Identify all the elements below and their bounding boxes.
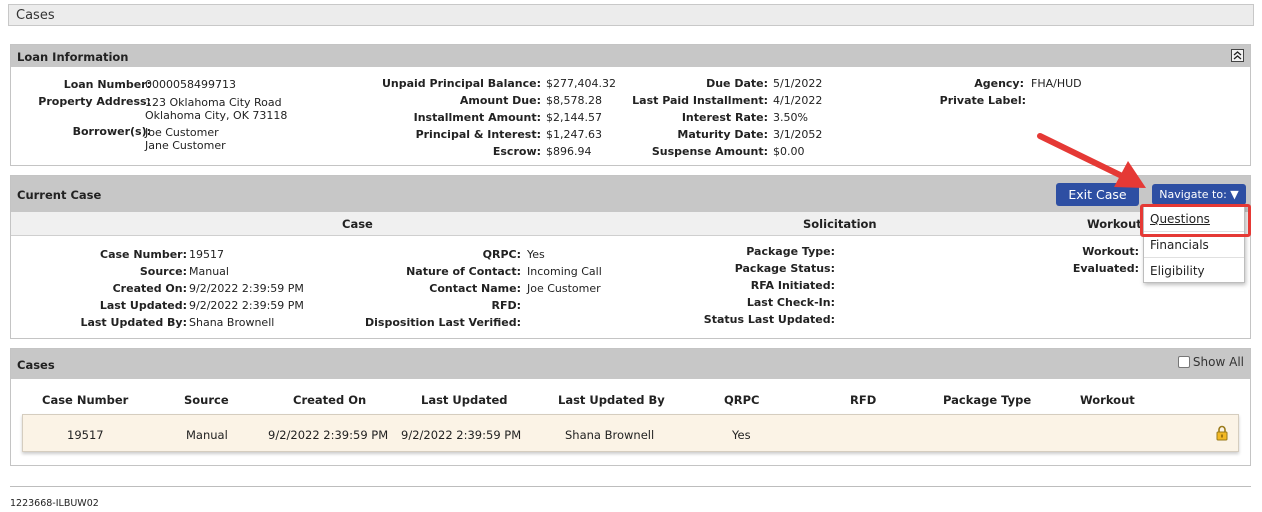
due-date-label: Due Date:: [706, 77, 768, 90]
last-paid-label: Last Paid Installment:: [632, 94, 768, 107]
column-header-last-updated-by[interactable]: Last Updated By: [558, 393, 665, 407]
suspense-label: Suspense Amount:: [651, 145, 768, 158]
case-number-label: Case Number:: [100, 248, 187, 261]
agency-label: Agency:: [974, 77, 1024, 90]
package-type-label: Package Type:: [746, 245, 835, 258]
nature-of-contact-value: Incoming Call: [527, 265, 602, 278]
escrow-value: $896.94: [546, 145, 592, 158]
borrowers-label: Borrower(s):: [72, 125, 151, 138]
column-header-last-updated[interactable]: Last Updated: [421, 393, 508, 407]
show-all-label: Show All: [1192, 355, 1244, 369]
highlight-box: [1140, 204, 1251, 237]
cases-header: Cases Show All: [11, 349, 1250, 379]
upb-label: Unpaid Principal Balance:: [381, 77, 541, 90]
cases-panel: Cases Show All Case Number Source Create…: [10, 348, 1251, 466]
cell-source: Manual: [186, 428, 228, 442]
package-status-label: Package Status:: [734, 262, 835, 275]
amount-due-label: Amount Due:: [459, 94, 541, 107]
rfa-initiated-label: RFA Initiated:: [750, 279, 835, 292]
agency-value: FHA/HUD: [1031, 77, 1082, 90]
cell-qrpc: Yes: [732, 428, 751, 442]
property-address-line2: Oklahoma City, OK 73118: [145, 109, 288, 122]
amount-due-value: $8,578.28: [546, 94, 602, 107]
cell-last-updated-by: Shana Brownell: [565, 428, 655, 442]
current-case-title: Current Case: [17, 188, 102, 202]
annotation-arrow: [1037, 133, 1146, 188]
last-check-in-label: Last Check-In:: [746, 296, 835, 309]
page-title: Cases: [16, 8, 55, 23]
upb-value: $277,404.32: [546, 77, 616, 90]
suspense-value: $0.00: [773, 145, 805, 158]
cases-title: Cases: [17, 358, 55, 372]
disposition-last-verified-label: Disposition Last Verified:: [365, 316, 521, 329]
interest-rate-label: Interest Rate:: [681, 111, 768, 124]
workout-label: Workout:: [1082, 245, 1139, 258]
loan-information-title: Loan Information: [17, 50, 129, 64]
table-row[interactable]: 19517 Manual 9/2/2022 2:39:59 PM 9/2/202…: [22, 414, 1239, 452]
maturity-date-value: 3/1/2052: [773, 128, 823, 141]
borrower-2: Jane Customer: [145, 139, 226, 152]
created-on-label: Created On:: [112, 282, 187, 295]
contact-name-label: Contact Name:: [429, 282, 521, 295]
current-case-subheader: Case Solicitation Workout: [11, 212, 1250, 236]
loan-number-value: 0000058499713: [145, 78, 236, 91]
private-label-label: Private Label:: [939, 94, 1026, 107]
escrow-label: Escrow:: [492, 145, 541, 158]
footer-divider: [10, 486, 1251, 487]
current-case-panel: Current Case Exit Case Navigate to: ▼ Ca…: [10, 175, 1251, 339]
footer-build-id: 1223668-ILBUW02: [10, 498, 99, 509]
column-header-rfd[interactable]: RFD: [850, 393, 876, 407]
source-label: Source:: [139, 265, 187, 278]
show-all-toggle[interactable]: Show All: [1177, 355, 1244, 369]
loan-number-label: Loan Number:: [63, 78, 151, 91]
last-updated-by-label: Last Updated By:: [80, 316, 187, 329]
last-paid-value: 4/1/2022: [773, 94, 823, 107]
property-address-line1: 123 Oklahoma City Road: [145, 96, 282, 109]
last-updated-value: 9/2/2022 2:39:59 PM: [189, 299, 304, 312]
principal-interest-value: $1,247.63: [546, 128, 602, 141]
created-on-value: 9/2/2022 2:39:59 PM: [189, 282, 304, 295]
cell-last-updated: 9/2/2022 2:39:59 PM: [401, 428, 522, 442]
navigate-to-button[interactable]: Navigate to: ▼: [1152, 184, 1246, 205]
column-header-case-number[interactable]: Case Number: [42, 393, 128, 407]
nature-of-contact-label: Nature of Contact:: [406, 265, 521, 278]
installment-value: $2,144.57: [546, 111, 602, 124]
source-value: Manual: [189, 265, 229, 278]
last-updated-by-value: Shana Brownell: [189, 316, 275, 329]
solicitation-section-heading: Solicitation: [803, 217, 877, 231]
cell-case-number: 19517: [67, 428, 104, 442]
show-all-checkbox[interactable]: [1177, 356, 1190, 368]
installment-label: Installment Amount:: [413, 111, 541, 124]
column-header-created-on[interactable]: Created On: [293, 393, 366, 407]
qrpc-value: Yes: [527, 248, 545, 261]
due-date-value: 5/1/2022: [773, 77, 823, 90]
cell-created-on: 9/2/2022 2:39:59 PM: [268, 428, 389, 442]
menu-item-eligibility[interactable]: Eligibility: [1144, 258, 1244, 284]
column-header-workout[interactable]: Workout: [1080, 393, 1135, 407]
loan-information-header: Loan Information: [11, 45, 1250, 67]
case-section-heading: Case: [342, 217, 373, 231]
column-header-source[interactable]: Source: [184, 393, 229, 407]
column-header-package-type[interactable]: Package Type: [943, 393, 1031, 407]
principal-interest-label: Principal & Interest:: [415, 128, 541, 141]
evaluated-label: Evaluated:: [1072, 262, 1139, 275]
rfd-label: RFD:: [491, 299, 521, 312]
interest-rate-value: 3.50%: [773, 111, 808, 124]
double-chevron-up-icon[interactable]: [1231, 49, 1244, 62]
case-number-value: 19517: [189, 248, 224, 261]
column-header-qrpc[interactable]: QRPC: [724, 393, 760, 407]
contact-name-value: Joe Customer: [527, 282, 601, 295]
property-address-label: Property Address:: [38, 95, 151, 108]
qrpc-label: QRPC:: [482, 248, 521, 261]
workout-section-heading: Workout: [1087, 217, 1142, 231]
status-last-updated-label: Status Last Updated:: [703, 313, 835, 326]
page-title-bar: Cases: [8, 4, 1254, 26]
lock-icon[interactable]: [1216, 425, 1228, 441]
last-updated-label: Last Updated:: [99, 299, 187, 312]
maturity-date-label: Maturity Date:: [677, 128, 768, 141]
borrower-1: Joe Customer: [145, 126, 219, 139]
